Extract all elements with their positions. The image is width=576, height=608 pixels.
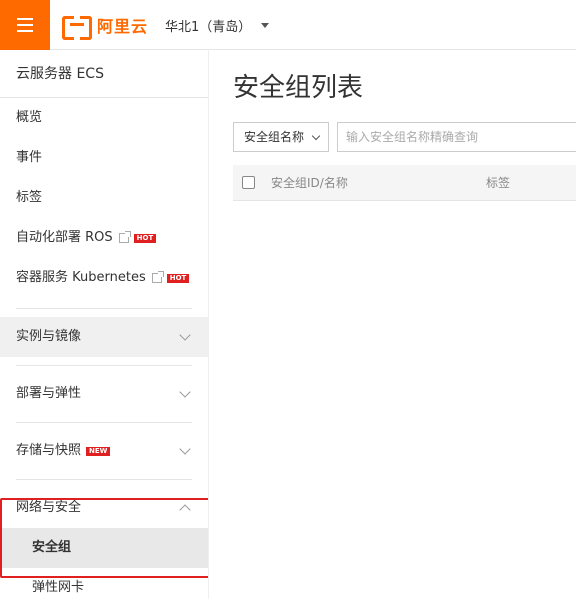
chevron-down-icon [179,329,191,341]
sidebar-item-events[interactable]: 事件 [0,138,208,178]
region-selector[interactable]: 华北1（青岛） [165,16,270,35]
column-header-tags: 标签 [486,176,511,190]
sidebar: 云服务器 ECS 概览 事件 标签 自动化部署 ROS HOT 容器服务 Kub… [0,50,208,599]
chevron-up-icon [179,504,191,516]
sidebar-item-security-group[interactable]: 安全组 [0,528,208,568]
main-content: 安全组列表 安全组名称 安全组ID/名称 标签 [208,50,576,599]
section-label: 存储与快照 [16,443,82,458]
sidebar-item-eni[interactable]: 弹性网卡 [0,568,208,608]
new-badge: NEW [86,446,111,456]
sidebar-title: 云服务器 ECS [0,50,208,98]
sidebar-section-network-security[interactable]: 网络与安全 [0,488,208,528]
sidebar-item-tags[interactable]: 标签 [0,178,208,218]
section-label: 网络与安全 [16,500,82,515]
logo-text: 阿里云 [97,17,149,36]
sidebar-section-instances[interactable]: 实例与镜像 [0,317,208,357]
hot-badge: HOT [166,273,190,283]
chevron-down-icon [311,131,321,141]
external-link-icon [151,271,164,283]
sidebar-item-label: 概览 [16,110,43,125]
sidebar-section-storage[interactable]: 存储与快照 NEW [0,431,208,471]
column-header-id-name: 安全组ID/名称 [271,176,348,190]
sidebar-item-kubernetes[interactable]: 容器服务 Kubernetes HOT [0,258,208,298]
filter-field-select[interactable]: 安全组名称 [233,122,329,152]
table-header: 安全组ID/名称 标签 [233,165,576,201]
page-title: 安全组列表 [233,73,364,103]
sidebar-item-label: 自动化部署 ROS [16,230,113,245]
chevron-down-icon [179,443,191,455]
search-input[interactable] [337,122,576,152]
section-label: 实例与镜像 [16,329,82,344]
aliyun-logo-icon [62,16,92,40]
chevron-down-icon [179,386,191,398]
section-label: 部署与弹性 [16,386,82,401]
hot-badge: HOT [133,233,157,243]
select-all-checkbox[interactable] [242,176,255,189]
filter-selected-value: 安全组名称 [244,130,305,144]
sidebar-item-label: 事件 [16,150,43,165]
sidebar-section-deployment[interactable]: 部署与弹性 [0,374,208,414]
sidebar-item-overview[interactable]: 概览 [0,98,208,138]
caret-down-icon [261,23,270,28]
sidebar-item-label: 容器服务 Kubernetes [16,270,146,285]
sidebar-item-ros[interactable]: 自动化部署 ROS HOT [0,218,208,258]
top-bar: 阿里云 华北1（青岛） [0,0,576,50]
region-label: 华北1（青岛） [165,20,252,35]
aliyun-logo[interactable]: 阿里云 [62,14,149,40]
external-link-icon [118,231,131,243]
menu-icon[interactable] [0,0,50,50]
sidebar-item-label: 标签 [16,190,43,205]
